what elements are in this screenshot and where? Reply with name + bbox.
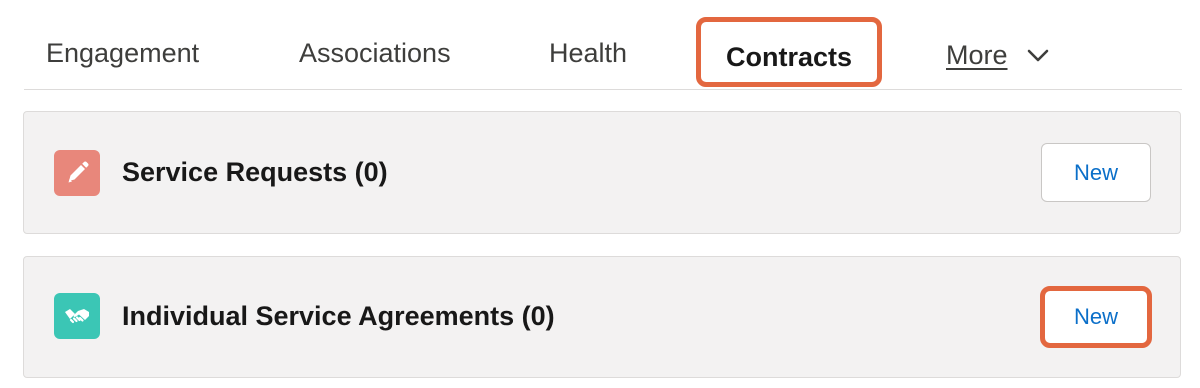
- tab-associations[interactable]: Associations: [299, 28, 451, 78]
- service-requests-card: Service Requests (0) New: [23, 111, 1181, 234]
- new-service-request-button[interactable]: New: [1041, 143, 1151, 202]
- tab-more-label: More: [946, 40, 1008, 70]
- card-title: Service Requests (0): [122, 157, 388, 187]
- tab-bar: Engagement Associations Health Contracts…: [24, 0, 1182, 90]
- card-title: Individual Service Agreements (0): [122, 301, 555, 331]
- handshake-icon: [54, 293, 100, 339]
- record-page: Engagement Associations Health Contracts…: [0, 0, 1200, 388]
- tab-engagement[interactable]: Engagement: [46, 28, 199, 78]
- pencil-icon: [54, 150, 100, 196]
- new-individual-service-agreement-button[interactable]: New: [1040, 286, 1152, 348]
- tab-more[interactable]: More: [946, 30, 1049, 80]
- tab-contracts[interactable]: Contracts: [696, 17, 882, 87]
- tab-health[interactable]: Health: [549, 28, 627, 78]
- individual-service-agreements-card: Individual Service Agreements (0) New: [23, 256, 1181, 378]
- chevron-down-icon: [1027, 29, 1049, 79]
